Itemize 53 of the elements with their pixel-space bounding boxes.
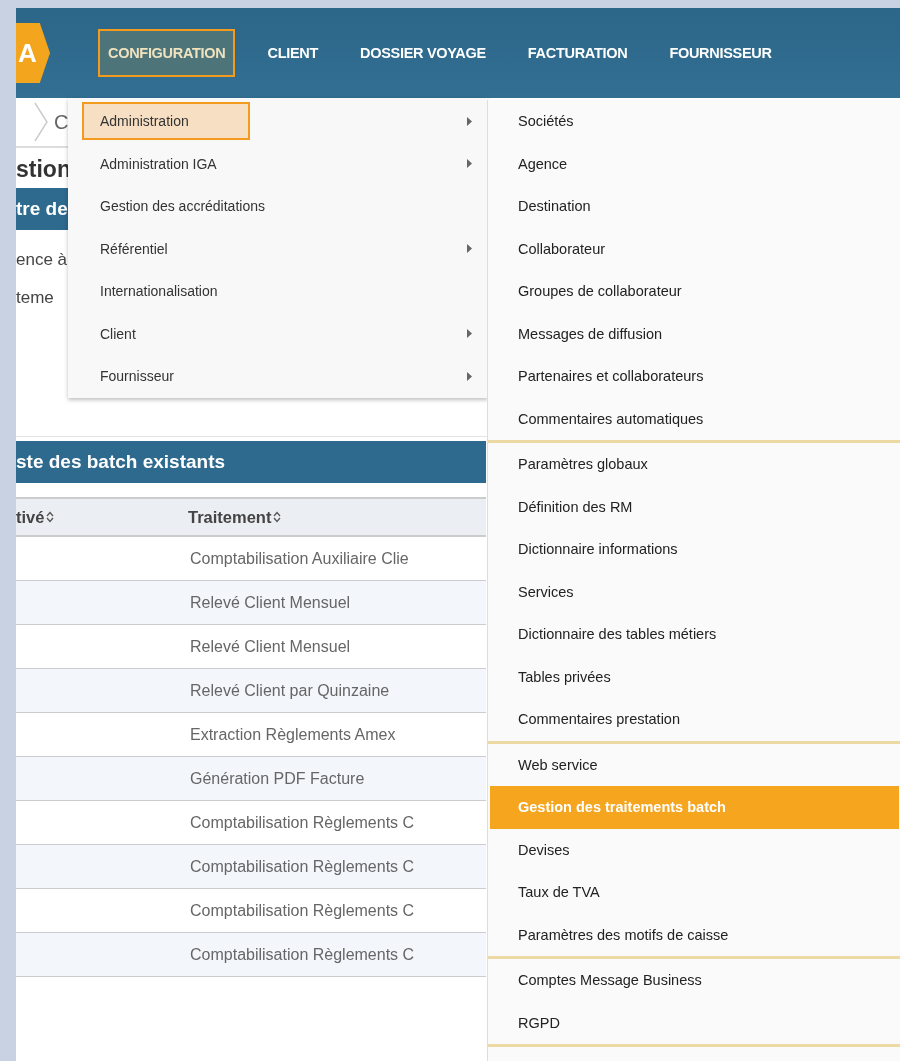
menu-item[interactable]: Agence	[490, 142, 899, 185]
menu-item[interactable]: Gestion des accréditations	[82, 187, 283, 226]
menu-item[interactable]: Administration	[82, 102, 250, 141]
menu-item[interactable]: Définition des RM	[490, 485, 899, 528]
table-cell: Extraction Règlements Amex	[190, 725, 396, 744]
menu-item[interactable]: Paramètres globaux	[490, 443, 899, 486]
menu-item[interactable]: Devises	[490, 828, 899, 871]
menu-item[interactable]: Commentaires prestation	[490, 698, 899, 741]
menu-item[interactable]: Comptes Message Business	[490, 959, 899, 1002]
table-cell: Comptabilisation Règlements C	[190, 857, 415, 876]
field-label: ence à	[16, 250, 68, 270]
menu-item[interactable]: RGPD	[490, 1001, 899, 1044]
nav-tab[interactable]: FACTURATION	[517, 29, 638, 77]
table-header: ste des batch existants	[16, 441, 486, 483]
table-cell: Relevé Client Mensuel	[190, 593, 351, 612]
menu-item[interactable]: Administration IGA	[82, 144, 250, 183]
menu-item[interactable]: Fournisseur	[82, 357, 250, 396]
menu-item[interactable]: Taux de TVA	[490, 871, 899, 914]
menu-item[interactable]: Services	[490, 570, 899, 613]
menu-item[interactable]: Collaborateur	[490, 227, 899, 270]
menu-item[interactable]: Tables privées	[490, 655, 899, 698]
menu-item[interactable]: Référentiel	[82, 229, 250, 268]
breadcrumb-item[interactable]: C	[54, 110, 69, 134]
menu-item[interactable]: Dictionnaire des tables métiers	[490, 613, 899, 656]
menu-item[interactable]: Sociétés	[490, 100, 899, 143]
column-header[interactable]: Traitement	[188, 507, 282, 527]
menu-item[interactable]: Destination	[490, 185, 899, 228]
menu-item[interactable]: Groupes de collaborateur	[490, 270, 899, 313]
sort-icon	[273, 511, 282, 523]
menu-item[interactable]: Internationalisation	[82, 272, 250, 311]
nav-tab[interactable]: DOSSIER VOYAGE	[350, 29, 496, 77]
chevron-icon	[34, 102, 48, 142]
menu-item[interactable]: Paramètres des motifs de caisse	[490, 913, 899, 956]
field-label: teme	[16, 288, 54, 308]
table-cell: Génération PDF Facture	[190, 769, 365, 788]
menu-item[interactable]: Partenaires et collaborateurs	[490, 355, 899, 398]
nav-tab[interactable]: FOURNISSEUR	[659, 29, 782, 77]
menu-item[interactable]: Commentaires automatiques	[490, 397, 899, 440]
table-cell: Relevé Client par Quinzaine	[190, 681, 390, 700]
menu-item[interactable]: Messages de diffusion	[490, 312, 899, 355]
sort-icon	[46, 511, 55, 523]
nav-tab[interactable]: CLIENT	[257, 29, 329, 77]
menu-item[interactable]: Web service	[490, 743, 899, 786]
column-header[interactable]: tivé	[16, 507, 188, 527]
table-cell: Comptabilisation Règlements C	[190, 945, 415, 964]
table-cell: Comptabilisation Auxiliaire Clie	[190, 549, 409, 568]
table-cell: Comptabilisation Règlements C	[190, 901, 415, 920]
table-cell: Comptabilisation Règlements C	[190, 813, 415, 832]
panel-header: tre de	[16, 188, 68, 230]
menu-item[interactable]: Client	[82, 314, 250, 353]
nav-tab[interactable]: CONFIGURATION	[98, 29, 236, 77]
menu-item[interactable]: Dictionnaire informations	[490, 528, 899, 571]
table-cell: Relevé Client Mensuel	[190, 637, 351, 656]
